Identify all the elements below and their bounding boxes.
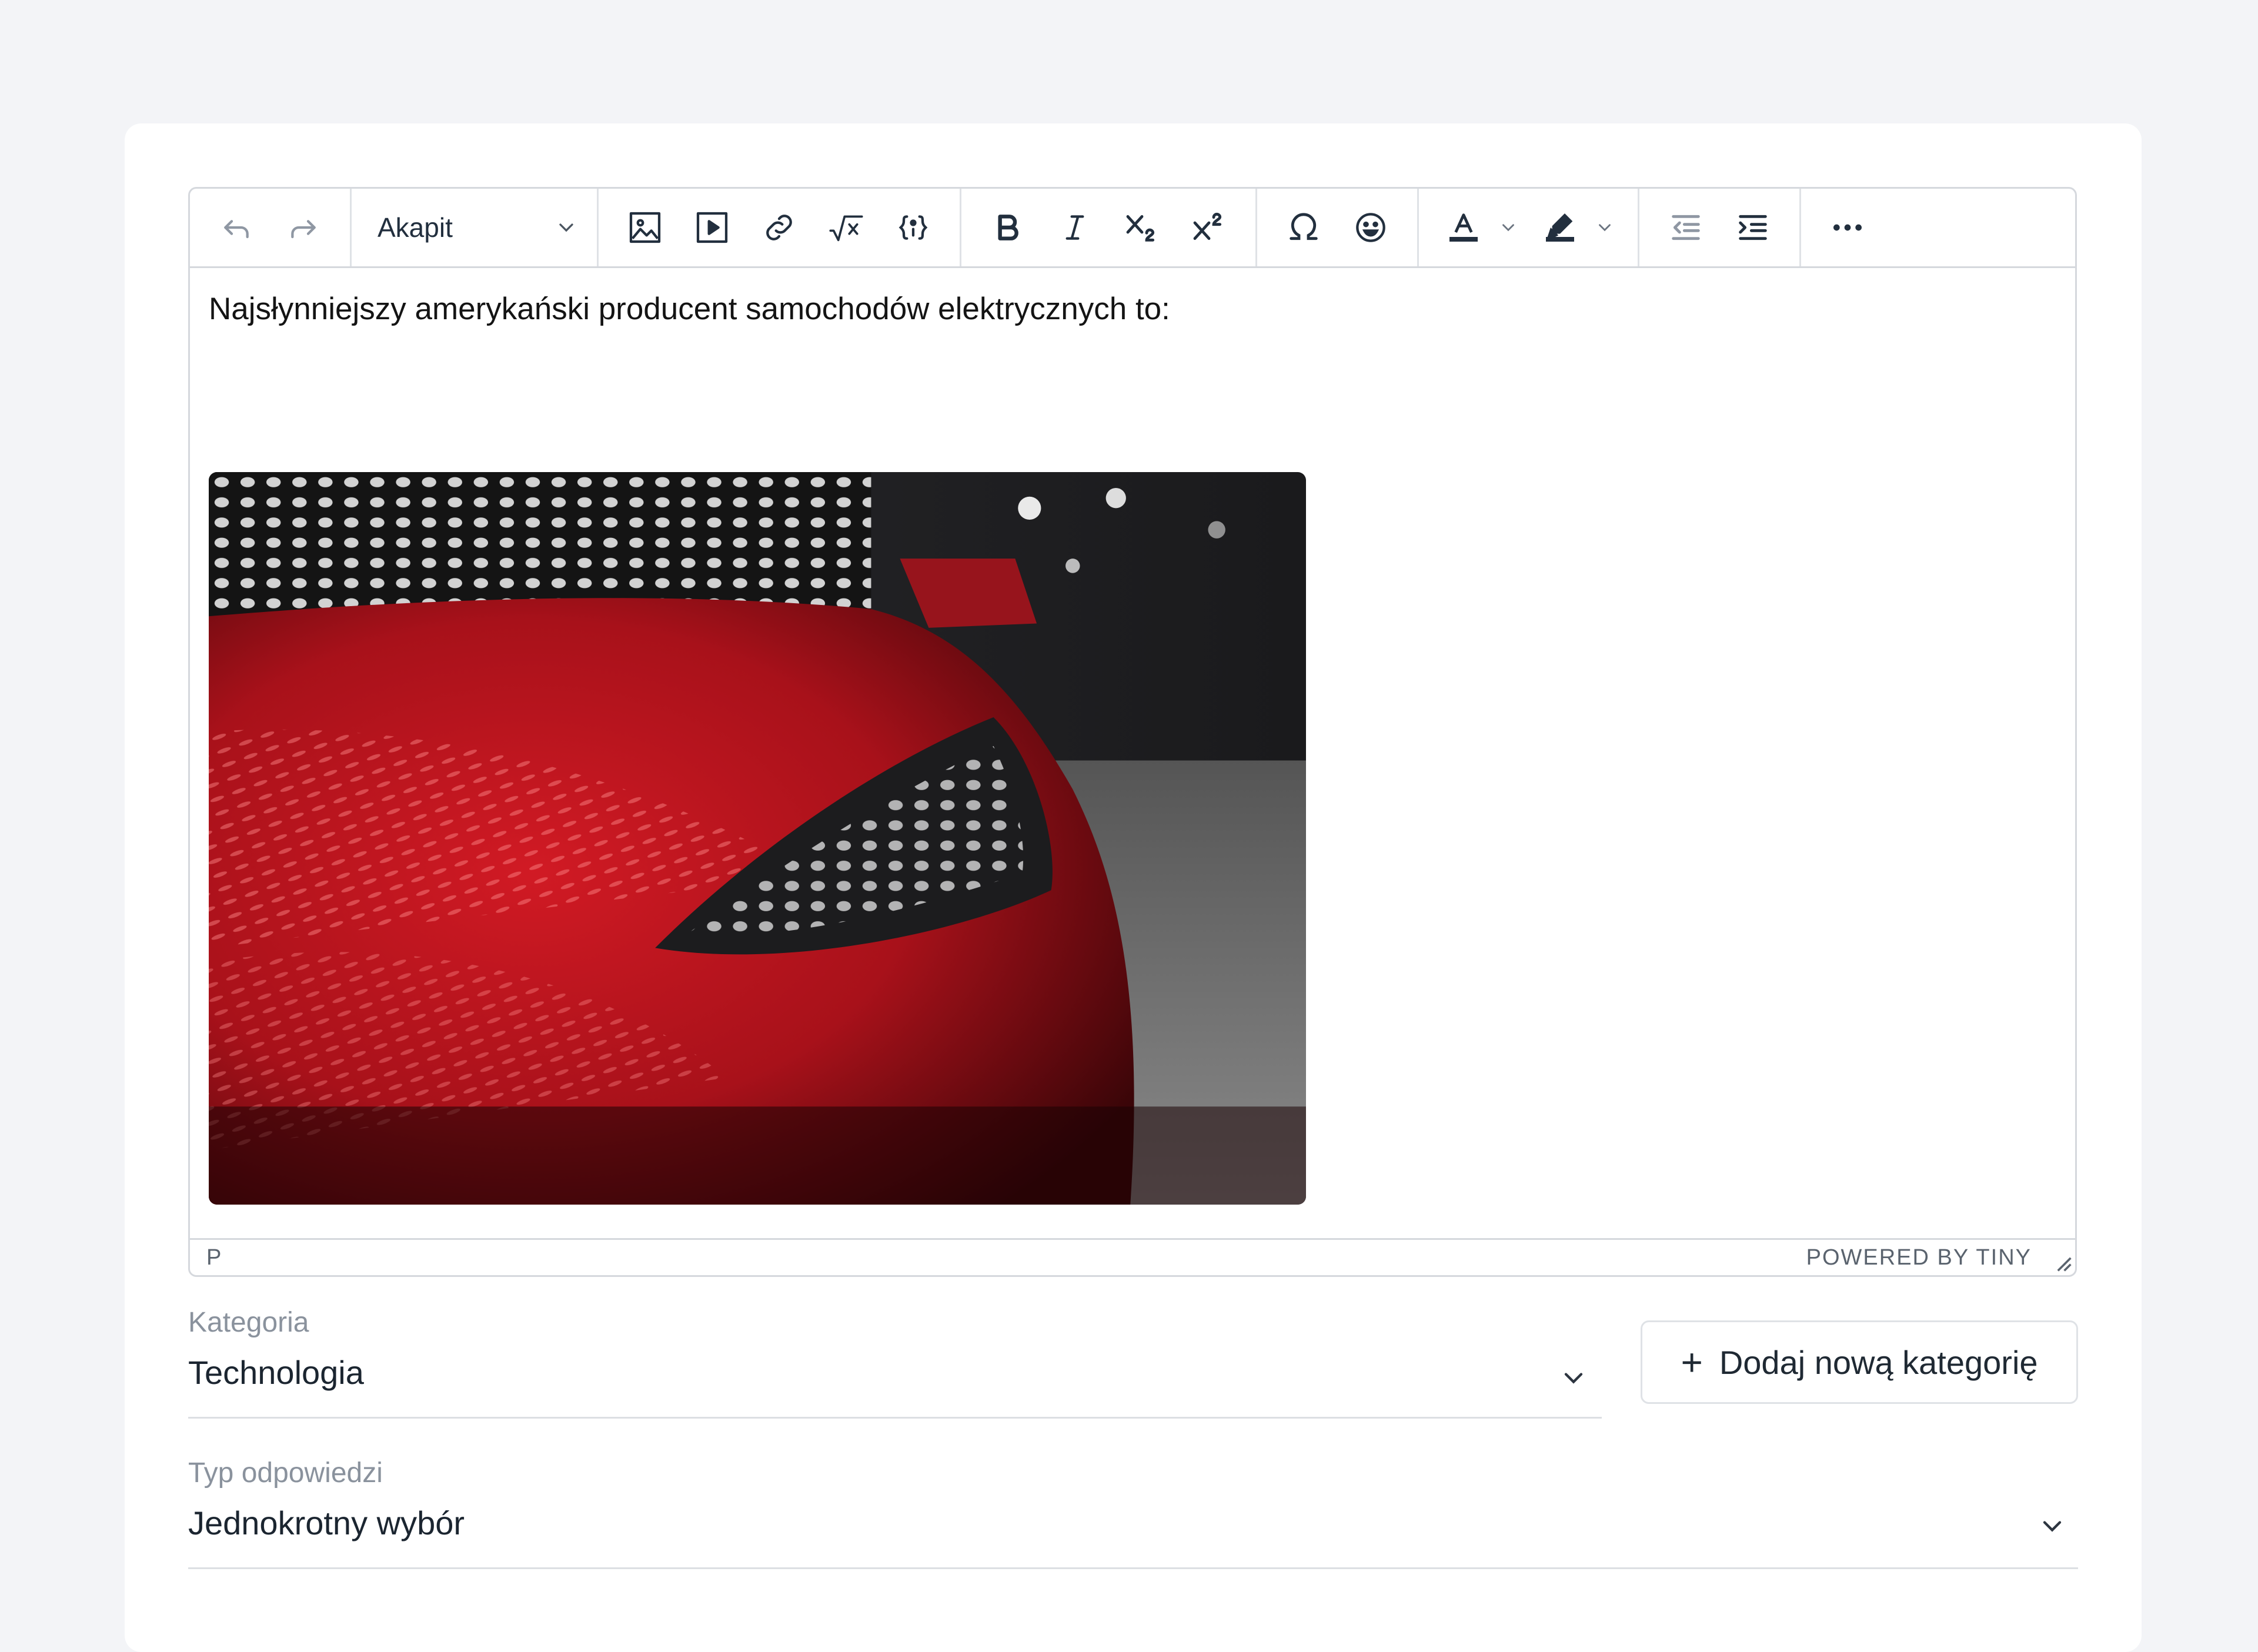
more-group xyxy=(1801,189,1894,266)
italic-icon xyxy=(1065,215,1084,240)
color-group xyxy=(1419,189,1639,266)
outdent-button[interactable] xyxy=(1655,199,1716,256)
resize-handle-icon[interactable] xyxy=(2052,1252,2073,1273)
powered-by-link[interactable]: POWERED BY TINY xyxy=(1806,1245,2032,1270)
answer-type-label: Typ odpowiedzi xyxy=(188,1457,383,1489)
redo-icon xyxy=(291,220,316,239)
highlight-split xyxy=(1532,199,1621,256)
insert-link-button[interactable] xyxy=(749,199,810,256)
editor-toolbar: Akapit xyxy=(190,189,2075,268)
insert-group xyxy=(599,189,961,266)
subscript-button[interactable] xyxy=(1111,199,1173,256)
more-icon xyxy=(1833,224,1862,231)
chevron-down-icon xyxy=(559,223,573,232)
media-icon xyxy=(696,212,728,243)
indent-group xyxy=(1639,189,1801,266)
bold-button[interactable] xyxy=(977,199,1038,256)
special-char-icon xyxy=(1290,213,1318,240)
plus-icon: + xyxy=(1681,1341,1703,1383)
indent-button[interactable] xyxy=(1722,199,1783,256)
answer-type-underline xyxy=(188,1567,2078,1569)
category-label: Kategoria xyxy=(188,1307,309,1338)
code-sample-icon xyxy=(898,215,928,240)
special-char-button[interactable] xyxy=(1273,199,1334,256)
italic-button[interactable] xyxy=(1044,199,1105,256)
answer-type-select-value[interactable]: Jednokrotny wybór xyxy=(188,1504,465,1542)
outdent-icon xyxy=(1672,215,1700,240)
chevron-down-icon[interactable] xyxy=(1558,1363,1589,1393)
bold-icon xyxy=(998,215,1018,240)
emoji-button[interactable] xyxy=(1340,199,1401,256)
insert-image-button[interactable] xyxy=(614,199,676,256)
highlight-button[interactable] xyxy=(1532,199,1588,256)
redo-button[interactable] xyxy=(273,199,334,256)
add-category-button[interactable]: + Dodaj nową kategorię xyxy=(1641,1320,2078,1404)
undo-button[interactable] xyxy=(206,199,267,256)
text-color-button[interactable] xyxy=(1435,199,1492,256)
text-color-dropdown[interactable] xyxy=(1492,199,1525,256)
editor-statusbar: P POWERED BY TINY xyxy=(190,1238,2075,1275)
text-color-split xyxy=(1435,199,1525,256)
category-select-value[interactable]: Technologia xyxy=(188,1353,364,1392)
code-sample-button[interactable] xyxy=(883,199,944,256)
indent-icon xyxy=(1739,215,1767,240)
content-image[interactable] xyxy=(209,472,1306,1205)
superscript-icon xyxy=(1193,212,1222,240)
rich-text-editor[interactable]: Akapit Najsłynniejszy amerykański produc… xyxy=(188,187,2077,1277)
chevron-down-icon xyxy=(1599,224,1611,232)
subscript-icon xyxy=(1126,215,1155,242)
text-color-icon xyxy=(1449,213,1478,242)
add-category-label: Dodaj nową kategorię xyxy=(1719,1343,2038,1381)
insert-char-group xyxy=(1257,189,1419,266)
car-photo xyxy=(209,472,1306,1205)
math-icon xyxy=(829,215,863,242)
image-icon xyxy=(629,212,661,243)
highlight-icon xyxy=(1546,213,1574,242)
editor-paragraph: Najsłynniejszy amerykański producent sam… xyxy=(209,292,1170,326)
highlight-dropdown[interactable] xyxy=(1588,199,1621,256)
history-group xyxy=(190,189,352,266)
element-path[interactable]: P xyxy=(206,1245,221,1270)
more-button[interactable] xyxy=(1817,199,1878,256)
superscript-button[interactable] xyxy=(1178,199,1240,256)
insert-media-button[interactable] xyxy=(682,199,743,256)
undo-icon xyxy=(224,220,249,239)
emoji-icon xyxy=(1356,213,1385,242)
link-icon xyxy=(766,215,792,240)
text-format-group xyxy=(961,189,1257,266)
chevron-down-icon[interactable] xyxy=(2037,1511,2067,1541)
block-format-select[interactable]: Akapit xyxy=(352,189,599,266)
block-format-value: Akapit xyxy=(378,212,453,243)
chevron-down-icon xyxy=(1502,224,1514,232)
insert-math-button[interactable] xyxy=(816,199,877,256)
category-underline xyxy=(188,1417,1602,1419)
